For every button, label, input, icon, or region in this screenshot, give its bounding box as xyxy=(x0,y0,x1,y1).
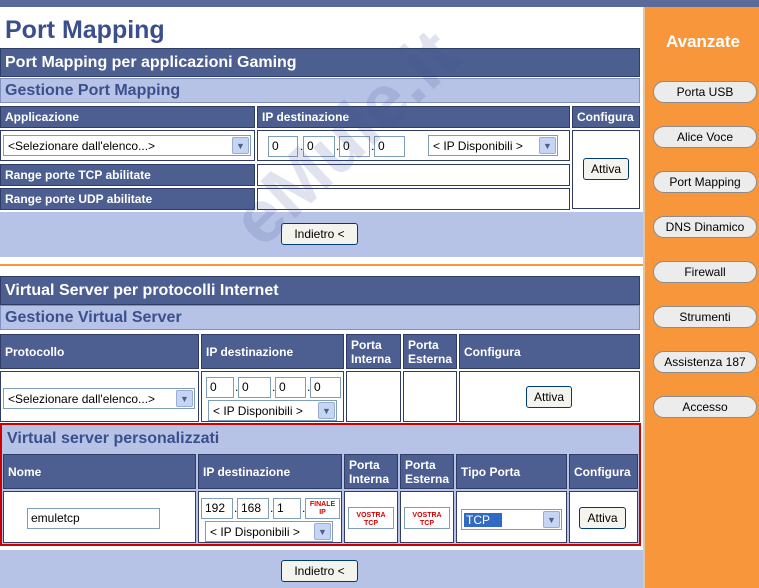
port-type-select-value: TCP xyxy=(464,512,502,527)
sidebar-item-firewall[interactable]: Firewall xyxy=(653,261,757,283)
port-type-select[interactable]: TCP ▼ xyxy=(461,509,562,530)
custom-vserver-header: Virtual server personalizzati xyxy=(3,426,638,451)
col-porta-esterna: Porta Esterna xyxy=(400,454,454,489)
protocol-select-value: <Selezionare dall'elenco...> xyxy=(8,391,156,406)
ip-available-select-value: < IP Disponibili > xyxy=(433,138,523,153)
col-porta-interna-1: Porta xyxy=(351,337,382,352)
custom-ip-octet-2[interactable]: 168 xyxy=(237,498,269,519)
col-ip-destinazione: IP destinazione xyxy=(201,334,344,369)
sidebar-item-accesso[interactable]: Accesso xyxy=(653,396,757,418)
col-porta-esterna: Porta Esterna xyxy=(403,334,457,369)
vs-ip-octet-1[interactable]: 0 xyxy=(206,377,234,398)
finale-ip-tag: FINALE IP xyxy=(305,501,340,517)
col-configura: Configura xyxy=(569,454,638,489)
chevron-down-icon: ▼ xyxy=(539,137,556,154)
sidebar-item-dns-dinamico[interactable]: DNS Dinamico xyxy=(653,216,757,238)
col-nome: Nome xyxy=(3,454,196,489)
chevron-down-icon: ▼ xyxy=(314,523,331,540)
vostra-tcp-tag: VOSTRA TCP xyxy=(404,512,450,528)
tcp-range-label: Range porte TCP abilitate xyxy=(0,164,255,186)
gaming-subheader: Gestione Port Mapping xyxy=(0,78,640,103)
activate-button[interactable]: Attiva xyxy=(583,158,629,180)
col-porta-esterna-1: Porta xyxy=(408,337,439,352)
page-title: Port Mapping xyxy=(5,16,165,44)
finale-ip-tag-2: IP xyxy=(319,509,326,516)
custom-activate-button[interactable]: Attiva xyxy=(579,507,626,529)
ip-available-select[interactable]: < IP Disponibili > ▼ xyxy=(428,135,558,156)
col-porta-interna-1: Porta xyxy=(349,457,380,472)
vostra-tcp-tag-1: VOSTRA xyxy=(356,512,386,519)
sidebar: Avanzate Porta USB Alice Voce Port Mappi… xyxy=(643,7,759,588)
name-input[interactable]: emuletcp xyxy=(27,508,160,529)
col-porta-esterna-2: Esterna xyxy=(405,471,450,486)
sidebar-item-porta-usb[interactable]: Porta USB xyxy=(653,81,757,103)
col-porta-interna: Porta Interna xyxy=(346,334,401,369)
vs-ip-available-select[interactable]: < IP Disponibili > ▼ xyxy=(208,400,337,421)
vs-activate-button[interactable]: Attiva xyxy=(526,386,572,408)
chevron-down-icon: ▼ xyxy=(232,137,249,154)
col-protocollo: Protocollo xyxy=(0,334,199,369)
vs-ip-available-select-value: < IP Disponibili > xyxy=(213,403,303,418)
sidebar-item-assistenza-187[interactable]: Assistenza 187 xyxy=(653,351,757,373)
col-porta-esterna-2: Esterna xyxy=(408,351,453,366)
custom-ip-available-select-value: < IP Disponibili > xyxy=(210,524,300,539)
section-divider xyxy=(0,264,643,266)
vs-int-cell xyxy=(346,371,401,422)
vostra-tcp-tag-1: VOSTRA xyxy=(412,512,442,519)
vs-ip-octet-4[interactable]: 0 xyxy=(310,377,341,398)
screen: Port Mapping Port Mapping per applicazio… xyxy=(0,0,759,588)
gaming-header: Port Mapping per applicazioni Gaming xyxy=(0,48,640,77)
chevron-down-icon: ▼ xyxy=(318,402,335,419)
vserver-header: Virtual Server per protocolli Internet xyxy=(0,276,640,305)
custom-back-button[interactable]: Indietro < xyxy=(281,560,358,582)
col-porta-interna-2: Interna xyxy=(351,351,392,366)
finale-ip-tag-1: FINALE xyxy=(309,501,336,508)
col-porta-interna-2: Interna xyxy=(349,471,390,486)
col-configura: Configura xyxy=(572,106,640,128)
vs-ext-cell xyxy=(403,371,457,422)
chevron-down-icon: ▼ xyxy=(543,511,560,528)
custom-ip-octet-3[interactable]: 1 xyxy=(273,498,301,519)
col-configura: Configura xyxy=(459,334,640,369)
col-porta-esterna-1: Porta xyxy=(405,457,436,472)
protocol-select[interactable]: <Selezionare dall'elenco...> ▼ xyxy=(3,388,195,409)
custom-ip-available-select[interactable]: < IP Disponibili > ▼ xyxy=(205,521,333,542)
col-ip-destinazione: IP destinazione xyxy=(198,454,342,489)
sidebar-item-port-mapping[interactable]: Port Mapping xyxy=(653,171,757,193)
vs-ip-octet-2[interactable]: 0 xyxy=(238,377,271,398)
col-tipo-porta: Tipo Porta xyxy=(456,454,567,489)
application-select[interactable]: <Selezionare dall'elenco...> ▼ xyxy=(3,135,251,156)
top-bar xyxy=(0,0,759,7)
col-porta-interna: Porta Interna xyxy=(344,454,398,489)
vostra-tcp-tag-2: TCP xyxy=(364,520,378,527)
vs-ip-octet-3[interactable]: 0 xyxy=(275,377,306,398)
chevron-down-icon: ▼ xyxy=(176,390,193,407)
custom-ip-octet-1[interactable]: 192 xyxy=(201,498,233,519)
vostra-tcp-tag-2: TCP xyxy=(420,520,434,527)
sidebar-title: Avanzate xyxy=(665,32,740,51)
sidebar-item-alice-voce[interactable]: Alice Voce xyxy=(653,126,757,148)
col-applicazione: Applicazione xyxy=(0,106,255,128)
vserver-subheader: Gestione Virtual Server xyxy=(0,305,640,330)
vostra-tcp-tag: VOSTRA TCP xyxy=(348,512,394,528)
application-select-value: <Selezionare dall'elenco...> xyxy=(8,138,156,153)
sidebar-item-strumenti[interactable]: Strumenti xyxy=(653,306,757,328)
